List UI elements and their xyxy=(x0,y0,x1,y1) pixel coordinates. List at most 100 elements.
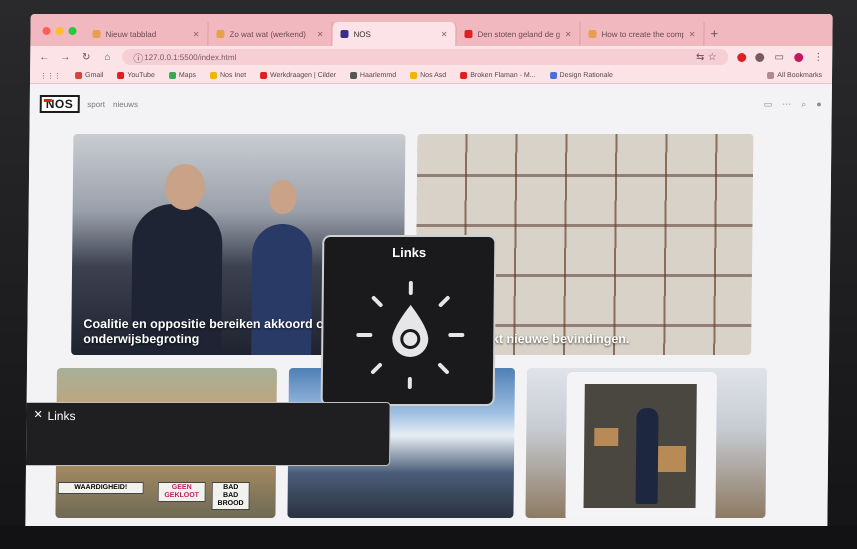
bookmark-favicon-icon xyxy=(349,72,357,79)
browser-tab[interactable]: How to create the computer ✕ xyxy=(580,22,705,46)
account-icon[interactable]: ● xyxy=(816,99,822,110)
browser-tab-bar: Nieuw tabblad ✕ Zo wat wat (werkend) ✕ N… xyxy=(30,14,833,46)
all-bookmarks-button[interactable]: All Bookmarks xyxy=(767,72,822,79)
bookmark-favicon-icon xyxy=(117,72,125,79)
bookmark-favicon-icon xyxy=(410,72,418,79)
live-icon[interactable]: ▭ xyxy=(764,99,773,110)
news-image xyxy=(635,408,659,504)
tab-label: Zo wat wat (werkend) xyxy=(229,29,307,39)
bookmark-item[interactable]: Maps xyxy=(168,72,197,79)
protest-signs: WAARDIGHEID! GEEN GEKLOOT BAD BAD BROOD xyxy=(55,482,275,518)
bookmark-item[interactable]: Werkdraagen | Cilder xyxy=(260,72,336,79)
folder-icon xyxy=(767,72,775,79)
bookmark-label: Broken Flaman - M... xyxy=(470,72,536,79)
news-image xyxy=(416,174,754,177)
bookmark-label: YouTube xyxy=(127,72,155,79)
bookmark-item[interactable]: Design Rationale xyxy=(549,72,613,79)
news-image xyxy=(268,180,297,214)
bookmark-label: Design Rationale xyxy=(559,72,613,79)
forward-arrow-icon[interactable]: → xyxy=(59,52,71,63)
links-bar-label: Links xyxy=(47,409,76,423)
protest-sign: BAD BAD BROOD xyxy=(211,482,250,510)
laptop-bottom-bezel xyxy=(0,526,857,549)
bookmark-item[interactable]: Haarlemmd xyxy=(349,72,397,79)
news-image xyxy=(416,224,753,227)
browser-menu-icon[interactable]: ⋮ xyxy=(812,52,824,63)
bookmark-favicon-icon xyxy=(75,72,83,79)
apps-icon[interactable]: ⋮⋮⋮ xyxy=(40,72,61,80)
back-arrow-icon[interactable]: ← xyxy=(38,52,50,63)
extension-icon[interactable] xyxy=(755,52,765,62)
bookmark-favicon-icon xyxy=(209,72,218,79)
minimize-window-button[interactable] xyxy=(55,27,64,35)
bookmark-favicon-icon xyxy=(168,72,176,79)
laptop-screen: Nieuw tabblad ✕ Zo wat wat (werkend) ✕ N… xyxy=(25,14,833,530)
tab-label: How to create the computer xyxy=(601,29,684,39)
tab-close-icon[interactable]: ✕ xyxy=(193,30,200,39)
bookmark-favicon-icon xyxy=(460,72,468,79)
tab-label: Den stoten geland de grote xyxy=(477,29,560,39)
nos-logo[interactable]: NOS xyxy=(39,95,80,113)
search-icon[interactable]: ⌕ xyxy=(801,99,806,110)
address-bar[interactable]: ⓘ 127.0.0.1:5500/index.html ⇆ ☆ xyxy=(122,49,729,65)
more-icon[interactable]: ⋯ xyxy=(782,99,791,110)
brightness-icon xyxy=(356,281,465,389)
nav-link-nieuws[interactable]: nieuws xyxy=(113,100,138,109)
header-icons: ▭ ⋯ ⌕ ● xyxy=(764,99,822,110)
bookmark-item[interactable]: YouTube xyxy=(117,72,155,79)
all-bookmarks-label: All Bookmarks xyxy=(777,72,823,79)
bookmark-label: Werkdraagen | Cilder xyxy=(270,72,336,79)
bookmark-favicon-icon xyxy=(549,72,557,79)
browser-tab[interactable]: Zo wat wat (werkend) ✕ xyxy=(208,22,333,46)
tab-close-icon[interactable]: ✕ xyxy=(689,30,696,39)
tab-favicon-icon xyxy=(92,30,101,38)
links-popover: Links xyxy=(320,235,497,406)
zoom-window-button[interactable] xyxy=(68,27,77,35)
browser-toolbar: ← → ↻ ⌂ ⓘ 127.0.0.1:5500/index.html ⇆ ☆ … xyxy=(30,46,833,68)
tab-favicon-icon xyxy=(340,30,349,38)
extension-icon[interactable] xyxy=(737,52,747,62)
new-tab-button[interactable]: + xyxy=(710,26,718,41)
tab-favicon-icon xyxy=(216,30,225,38)
bookmark-star-icon[interactable]: ☆ xyxy=(706,52,718,63)
browser-tab[interactable]: Nieuw tabblad ✕ xyxy=(84,22,209,46)
popover-title: Links xyxy=(392,245,427,260)
bookmark-item[interactable]: Nos Asd xyxy=(410,72,446,79)
bookmark-label: Gmail xyxy=(85,72,104,79)
bookmark-item[interactable]: Nos Inet xyxy=(209,72,247,79)
bookmark-item[interactable]: Gmail xyxy=(75,72,103,79)
tab-favicon-icon xyxy=(588,30,597,38)
window-controls xyxy=(42,27,77,35)
nos-page: NOS sport nieuws ▭ ⋯ ⌕ ● Coalitie en opp… xyxy=(25,84,832,530)
bookmark-label: Haarlemmd xyxy=(359,72,397,79)
bookmark-label: Nos Inet xyxy=(219,72,247,79)
bookmark-favicon-icon xyxy=(260,72,268,79)
side-panel-icon[interactable]: ▭ xyxy=(773,52,785,63)
news-image xyxy=(164,164,206,210)
tab-close-icon[interactable]: ✕ xyxy=(317,30,324,39)
nav-link-sport[interactable]: sport xyxy=(87,100,105,109)
tab-label: NOS xyxy=(353,29,371,39)
close-window-button[interactable] xyxy=(42,27,51,35)
tab-close-icon[interactable]: ✕ xyxy=(565,30,572,39)
home-icon[interactable]: ⌂ xyxy=(101,52,113,63)
translate-icon[interactable]: ⇆ xyxy=(694,52,706,63)
site-info-icon[interactable]: ⓘ xyxy=(132,50,144,65)
news-card[interactable] xyxy=(525,368,767,518)
tab-label: Nieuw tabblad xyxy=(105,29,157,39)
tab-favicon-icon xyxy=(464,30,473,38)
bookmark-item[interactable]: Broken Flaman - M... xyxy=(460,72,536,79)
nos-header: NOS sport nieuws ▭ ⋯ ⌕ ● xyxy=(39,94,822,114)
protest-sign: GEEN GEKLOOT xyxy=(157,482,206,502)
links-bar: ✕ Links xyxy=(25,402,391,466)
bookmark-label: Maps xyxy=(178,72,197,79)
bookmark-label: Nos Asd xyxy=(420,72,447,79)
browser-tab-active[interactable]: NOS ✕ xyxy=(332,22,457,46)
tab-close-icon[interactable]: ✕ xyxy=(441,30,448,39)
browser-tab[interactable]: Den stoten geland de grote ✕ xyxy=(456,22,581,46)
bookmarks-bar: ⋮⋮⋮ Gmail YouTube Maps Nos Inet Werkdraa… xyxy=(29,68,833,84)
reload-icon[interactable]: ↻ xyxy=(80,52,92,63)
protest-sign: WAARDIGHEID! xyxy=(57,482,144,494)
close-icon[interactable]: ✕ xyxy=(33,408,42,421)
profile-avatar[interactable] xyxy=(794,52,804,62)
